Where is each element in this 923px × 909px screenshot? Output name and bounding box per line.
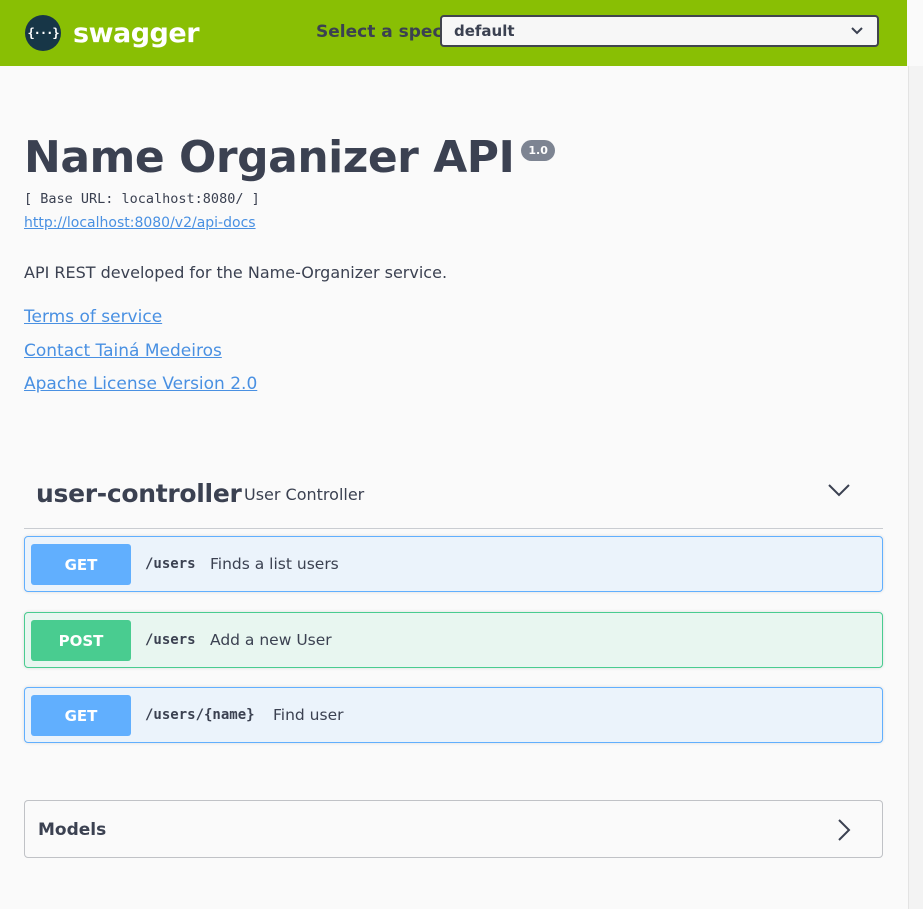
op-summary: Finds a list users xyxy=(210,555,339,573)
opblock-get-user-by-name[interactable]: GET /users/{name} Find user xyxy=(24,687,883,743)
base-url: [ Base URL: localhost:8080/ ] xyxy=(24,191,260,207)
topbar: {···} swagger Select a spec default xyxy=(0,0,907,66)
swagger-logo-icon: {···} xyxy=(25,15,61,51)
license-link[interactable]: Apache License Version 2.0 xyxy=(24,374,257,394)
chevron-down-icon xyxy=(851,27,863,35)
chevron-down-icon[interactable] xyxy=(827,483,851,497)
swagger-logo[interactable]: {···} swagger xyxy=(25,15,200,51)
api-description: API REST developed for the Name-Organize… xyxy=(24,263,448,282)
api-docs-link[interactable]: http://localhost:8080/v2/api-docs xyxy=(24,215,256,231)
op-summary: Add a new User xyxy=(210,631,332,649)
tag-header-user-controller[interactable]: user-controller User Controller xyxy=(24,463,883,529)
op-path: /users xyxy=(145,556,196,572)
method-badge: GET xyxy=(31,544,131,585)
spec-select[interactable]: default xyxy=(440,15,879,47)
method-badge: POST xyxy=(31,620,131,661)
op-path: /users xyxy=(145,632,196,648)
opblock-post-users[interactable]: POST /users Add a new User xyxy=(24,612,883,668)
opblock-get-users[interactable]: GET /users Finds a list users xyxy=(24,536,883,592)
tag-description: User Controller xyxy=(244,485,365,504)
spec-select-value: default xyxy=(454,22,515,40)
models-title: Models xyxy=(38,820,107,840)
chevron-right-icon[interactable] xyxy=(837,818,851,842)
spec-select-label: Select a spec xyxy=(316,22,443,42)
scrollbar[interactable] xyxy=(908,66,923,909)
terms-of-service-link[interactable]: Terms of service xyxy=(24,307,162,327)
tag-name: user-controller xyxy=(36,479,242,508)
method-badge: GET xyxy=(31,695,131,736)
api-title-row: Name Organizer API 1.0 xyxy=(24,128,555,188)
op-summary: Find user xyxy=(273,706,344,724)
contact-link[interactable]: Contact Tainá Medeiros xyxy=(24,341,222,361)
models-section[interactable]: Models xyxy=(24,800,883,858)
op-path: /users/{name} xyxy=(145,707,255,723)
page-title: Name Organizer API xyxy=(24,132,515,183)
logo-text: swagger xyxy=(73,17,200,49)
version-badge: 1.0 xyxy=(521,140,555,161)
